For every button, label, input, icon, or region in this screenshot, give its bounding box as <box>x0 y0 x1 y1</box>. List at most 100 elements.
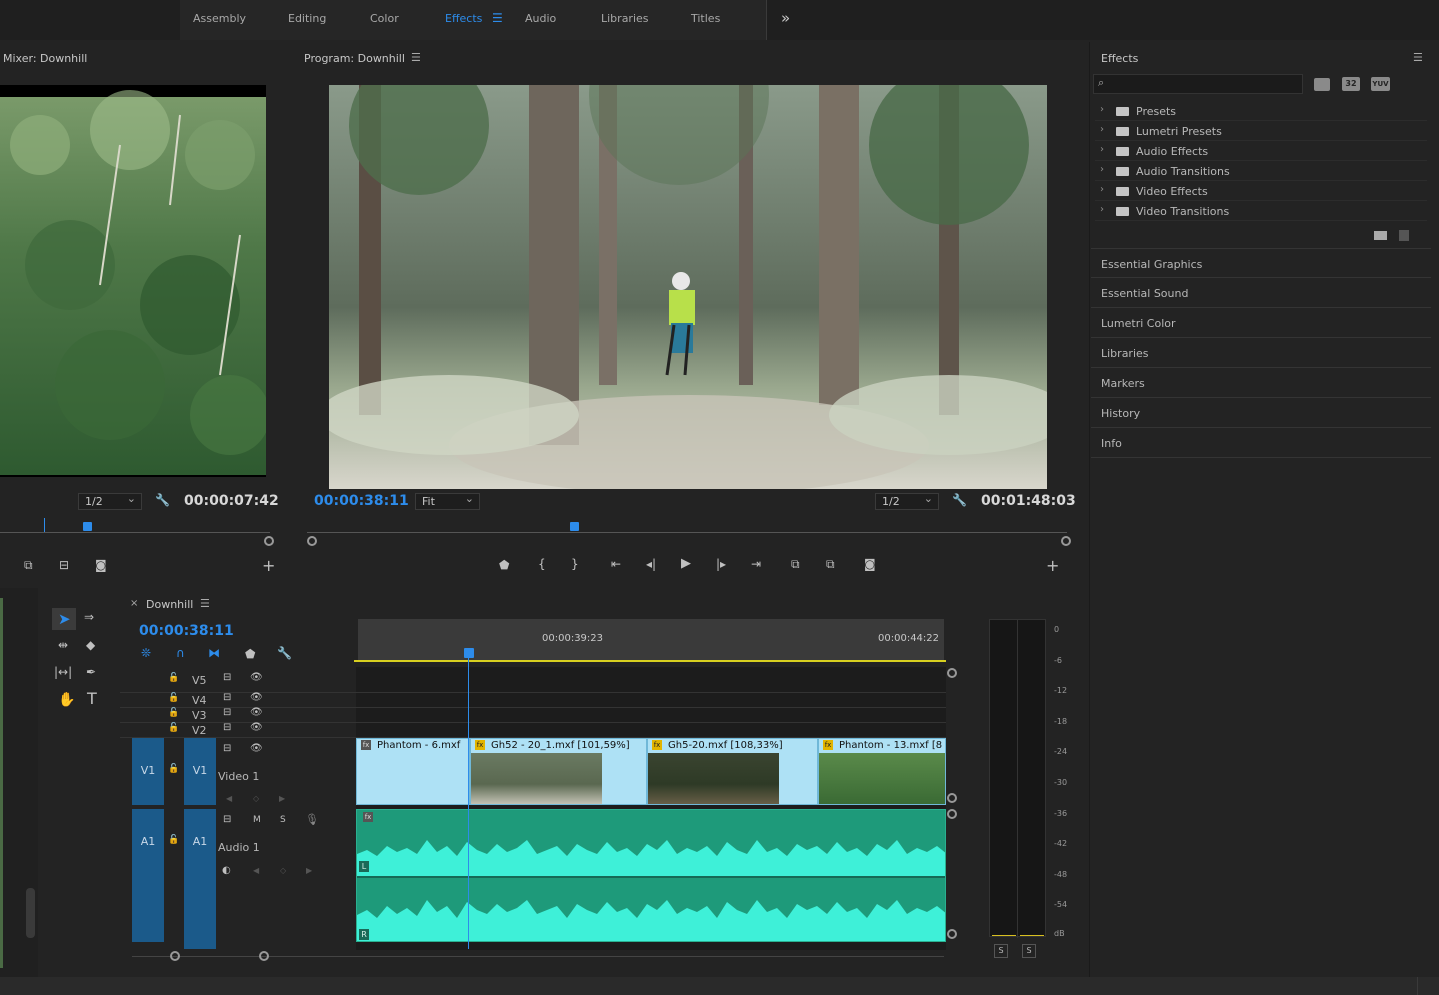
zoom-handle[interactable] <box>264 536 274 546</box>
step-forward-icon[interactable]: |▸ <box>716 557 726 571</box>
sync-lock-icon[interactable]: ⊟ <box>223 743 231 754</box>
new-folder-icon[interactable] <box>1374 231 1387 240</box>
timeline-playhead-handle[interactable] <box>464 648 474 658</box>
play-icon[interactable]: ▶ <box>681 556 691 571</box>
mute-button[interactable]: M <box>253 815 261 825</box>
keyframe-prev-icon[interactable]: ◀ <box>226 794 232 803</box>
source-resolution-dropdown[interactable]: 1/2 <box>78 492 142 510</box>
nest-icon[interactable]: ❊ <box>141 646 151 660</box>
wrench-icon[interactable]: 🔧 <box>155 493 170 507</box>
ripple-edit-icon[interactable]: ⇹ <box>58 638 68 652</box>
type-tool-icon[interactable]: T <box>87 689 97 708</box>
tab-assembly[interactable]: Assembly <box>193 12 246 25</box>
tab-titles[interactable]: Titles <box>691 12 720 25</box>
eye-icon[interactable]: 👁 <box>250 707 263 718</box>
chevron-right-icon[interactable]: › <box>1100 144 1104 155</box>
pen-icon[interactable]: ✒ <box>86 665 96 679</box>
step-back-icon[interactable]: ◂| <box>646 557 656 571</box>
clip-phantom-6[interactable]: fx Phantom - 6.mxf <box>356 738 470 805</box>
insert-icon[interactable]: ⧉ <box>24 558 33 573</box>
eye-icon[interactable]: 👁 <box>250 722 263 733</box>
panel-menu-icon[interactable]: ☰ <box>411 51 421 64</box>
section-essential-graphics[interactable]: Essential Graphics <box>1091 248 1431 278</box>
razor-icon[interactable]: ◆ <box>86 638 95 652</box>
panel-menu-icon[interactable]: ☰ <box>200 597 210 610</box>
work-area-bar[interactable] <box>354 660 946 662</box>
scroll-handle[interactable] <box>947 809 957 819</box>
a1-track-target[interactable]: A1 <box>184 809 216 949</box>
time-ruler[interactable]: 00:00:39:23 00:00:44:22 <box>358 619 944 661</box>
chevron-right-icon[interactable]: › <box>1100 124 1104 135</box>
effects-item-lumetri-presets[interactable]: › Lumetri Presets <box>1095 121 1427 141</box>
effects-item-audio-transitions[interactable]: › Audio Transitions <box>1095 161 1427 181</box>
extract-icon[interactable]: ⧉ <box>826 557 835 572</box>
panel-menu-icon[interactable]: ☰ <box>1413 51 1423 64</box>
eye-icon[interactable]: 👁 <box>250 672 263 683</box>
trash-icon[interactable] <box>1399 230 1409 241</box>
effects-item-presets[interactable]: › Presets <box>1095 101 1427 121</box>
keyframe-add-icon[interactable]: ◇ <box>280 866 286 875</box>
go-to-in-icon[interactable]: ⇤ <box>611 557 621 571</box>
overflow-chevron-icon[interactable]: » <box>781 9 790 27</box>
scroll-handle[interactable] <box>947 929 957 939</box>
lock-icon[interactable]: 🔓 <box>168 764 179 774</box>
chevron-right-icon[interactable]: › <box>1100 184 1104 195</box>
add-button-icon[interactable]: + <box>262 556 275 575</box>
effects-item-video-effects[interactable]: › Video Effects <box>1095 181 1427 201</box>
clip-gh52-20-1[interactable]: fx Gh52 - 20_1.mxf [101,59%] <box>470 738 647 805</box>
section-markers[interactable]: Markers <box>1091 368 1431 398</box>
eye-icon[interactable]: 👁 <box>250 743 263 754</box>
chevron-right-icon[interactable]: › <box>1100 204 1104 215</box>
accelerated-effects-icon[interactable] <box>1314 78 1330 91</box>
zoom-handle-right[interactable] <box>259 951 269 961</box>
chevron-right-icon[interactable]: › <box>1100 164 1104 175</box>
linked-selection-icon[interactable]: ⧓ <box>208 646 220 660</box>
lock-icon[interactable]: 🔓 <box>168 835 179 845</box>
v1-source-patch[interactable]: V1 <box>132 738 164 805</box>
effects-item-video-transitions[interactable]: › Video Transitions <box>1095 201 1427 221</box>
clip-phantom-13[interactable]: fx Phantom - 13.mxf [8 <box>818 738 946 805</box>
effects-item-audio-effects[interactable]: › Audio Effects <box>1095 141 1427 161</box>
source-scrubber[interactable] <box>0 516 275 536</box>
tab-color[interactable]: Color <box>370 12 399 25</box>
tab-audio[interactable]: Audio <box>525 12 556 25</box>
sequence-tab[interactable]: Downhill <box>146 598 193 611</box>
32bit-filter-icon[interactable]: 32 <box>1342 77 1360 91</box>
section-essential-sound[interactable]: Essential Sound <box>1091 278 1431 308</box>
v1-track-target[interactable]: V1 <box>184 738 216 805</box>
hand-icon[interactable]: ✋ <box>58 692 75 708</box>
keyframe-next-icon[interactable]: ▶ <box>279 794 285 803</box>
zoom-handle-left[interactable] <box>170 951 180 961</box>
lock-icon[interactable]: 🔓 <box>168 673 179 683</box>
wrench-icon[interactable]: 🔧 <box>952 493 967 507</box>
snap-icon[interactable]: ∩ <box>176 646 185 660</box>
section-history[interactable]: History <box>1091 398 1431 428</box>
add-marker-icon[interactable]: ⬟ <box>499 558 509 572</box>
yuv-filter-icon[interactable]: YUV <box>1371 77 1390 91</box>
program-resolution-dropdown[interactable]: 1/2 <box>875 492 939 510</box>
lock-icon[interactable]: 🔓 <box>168 723 179 733</box>
lock-icon[interactable]: 🔓 <box>168 693 179 703</box>
audio-clip[interactable]: fx L R <box>356 809 946 942</box>
tab-libraries[interactable]: Libraries <box>601 12 649 25</box>
sync-lock-icon[interactable]: ⊟ <box>223 672 231 683</box>
solo-right-button[interactable]: S <box>1022 944 1036 958</box>
scrollbar[interactable] <box>26 888 35 938</box>
export-frame-icon[interactable]: ◙ <box>864 557 876 571</box>
keyframe-prev-icon[interactable]: ◀ <box>253 866 259 875</box>
zoom-handle-left[interactable] <box>307 536 317 546</box>
effects-search-input[interactable]: ⌕ <box>1093 74 1303 94</box>
add-button-icon[interactable]: + <box>1046 556 1059 575</box>
chevron-right-icon[interactable]: › <box>1100 104 1104 115</box>
program-scrubber[interactable] <box>307 516 1067 536</box>
solo-button[interactable]: S <box>280 815 286 825</box>
menu-icon[interactable]: ☰ <box>492 11 503 25</box>
track-select-icon[interactable]: ⇒ <box>84 610 94 624</box>
mark-out-icon[interactable]: } <box>571 557 579 571</box>
playhead-marker[interactable] <box>570 522 579 531</box>
sync-lock-icon[interactable]: ⊟ <box>223 707 231 718</box>
a1-source-patch[interactable]: A1 <box>132 809 164 942</box>
add-marker-icon[interactable]: ⬟ <box>245 647 255 661</box>
keyframe-next-icon[interactable]: ▶ <box>306 866 312 875</box>
sync-lock-icon[interactable]: ⊟ <box>223 814 231 825</box>
